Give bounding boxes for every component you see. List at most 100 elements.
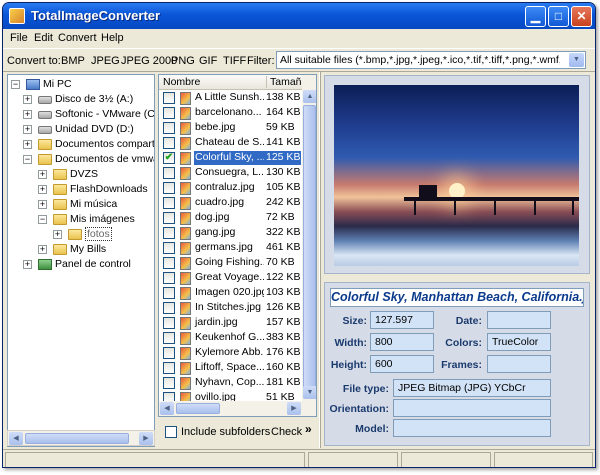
file-row[interactable]: dog.jpg 72 KB — [159, 211, 302, 226]
checkbox-checked[interactable]: ✔ — [163, 152, 175, 164]
expand-icon[interactable]: + — [38, 170, 47, 179]
expand-icon[interactable]: + — [23, 125, 32, 134]
image-file-icon — [180, 137, 191, 150]
file-row[interactable]: jardin.jpg 157 KB — [159, 316, 302, 331]
checkbox[interactable] — [163, 182, 175, 194]
checkbox[interactable] — [163, 122, 175, 134]
checkbox[interactable] — [163, 302, 175, 314]
expand-icon[interactable]: + — [23, 140, 32, 149]
file-row[interactable]: In Stitches.jpg 126 KB — [159, 301, 302, 316]
scroll-right-icon[interactable]: ▶ — [287, 402, 301, 415]
format-jpeg-button[interactable]: JPEG — [91, 55, 120, 67]
menu-convert[interactable]: Convert — [58, 32, 97, 44]
file-row[interactable]: ✔ Colorful Sky, ... 125 KB — [159, 151, 302, 166]
file-row[interactable]: Going Fishing... 70 KB — [159, 256, 302, 271]
expand-icon[interactable]: + — [53, 230, 62, 239]
format-tiff-button[interactable]: TIFF — [223, 55, 246, 67]
collapse-icon[interactable]: − — [11, 80, 20, 89]
file-row[interactable]: Nyhavn, Cop... 181 KB — [159, 376, 302, 391]
include-subfolders-checkbox[interactable] — [165, 426, 177, 438]
file-row[interactable]: Great Voyage... 122 KB — [159, 271, 302, 286]
menu-help[interactable]: Help — [101, 32, 124, 44]
pane-splitter[interactable] — [319, 72, 321, 448]
checkbox[interactable] — [163, 92, 175, 104]
checkbox[interactable] — [163, 257, 175, 269]
folder-tree[interactable]: − Mi PC + Disco de 3½ (A:) + Softonic - … — [7, 74, 155, 447]
checkbox[interactable] — [163, 212, 175, 224]
file-row[interactable]: Liftoff, Space... 160 KB — [159, 361, 302, 376]
checkbox[interactable] — [163, 287, 175, 299]
file-row[interactable]: Consuegra, L... 130 KB — [159, 166, 302, 181]
minimize-button[interactable]: ▁ — [525, 6, 546, 27]
collapse-icon[interactable]: − — [23, 155, 32, 164]
file-type-field[interactable]: JPEG Bitmap (JPG) YCbCr — [393, 379, 551, 397]
file-list-horizontal-scrollbar[interactable]: ◀ ▶ — [159, 401, 302, 416]
checkbox[interactable] — [163, 107, 175, 119]
checkbox[interactable] — [163, 167, 175, 179]
checkbox[interactable] — [163, 272, 175, 284]
size-field[interactable]: 127.597 — [370, 311, 434, 329]
title-bar[interactable]: TotalImageConverter ▁ □ ✕ — [3, 3, 595, 29]
checkbox[interactable] — [163, 362, 175, 374]
menu-edit[interactable]: Edit — [34, 32, 53, 44]
format-bmp-button[interactable]: BMP — [61, 55, 85, 67]
format-png-button[interactable]: PNG — [171, 55, 195, 67]
file-row[interactable]: Kylemore Abb... 176 KB — [159, 346, 302, 361]
checkbox[interactable] — [163, 377, 175, 389]
scroll-left-icon[interactable]: ◀ — [9, 432, 23, 445]
include-subfolders-label[interactable]: Include subfolders — [181, 426, 270, 438]
expand-icon[interactable]: + — [38, 185, 47, 194]
column-header-name[interactable]: Nombre — [163, 76, 200, 88]
collapse-icon[interactable]: − — [38, 215, 47, 224]
checkbox[interactable] — [163, 137, 175, 149]
scroll-right-icon[interactable]: ▶ — [139, 432, 153, 445]
file-row[interactable]: Imagen 020.jpg 103 KB — [159, 286, 302, 301]
file-row[interactable]: cuadro.jpg 242 KB — [159, 196, 302, 211]
scroll-up-icon[interactable]: ▲ — [303, 90, 316, 103]
expand-icon[interactable]: + — [38, 245, 47, 254]
scroll-thumb[interactable] — [303, 105, 316, 398]
colors-field[interactable]: TrueColor — [487, 333, 551, 351]
model-field[interactable] — [393, 419, 551, 437]
frames-field[interactable] — [487, 355, 551, 373]
filter-dropdown[interactable]: All suitable files (*.bmp,*.jpg,*.jpeg,*… — [276, 51, 586, 69]
expand-icon[interactable]: + — [23, 95, 32, 104]
scroll-thumb[interactable] — [25, 433, 129, 444]
check-button[interactable]: Check — [271, 426, 302, 438]
checkbox[interactable] — [163, 347, 175, 359]
scroll-down-icon[interactable]: ▼ — [303, 386, 316, 399]
file-row[interactable]: Chateau de S... 141 KB — [159, 136, 302, 151]
checkbox[interactable] — [163, 317, 175, 329]
file-row[interactable]: bebe.jpg 59 KB — [159, 121, 302, 136]
expand-icon[interactable]: + — [23, 110, 32, 119]
close-button[interactable]: ✕ — [571, 6, 592, 27]
scroll-left-icon[interactable]: ◀ — [160, 402, 174, 415]
menu-file[interactable]: File — [10, 32, 28, 44]
maximize-button[interactable]: □ — [548, 6, 569, 27]
file-row[interactable]: barcelonano... 164 KB — [159, 106, 302, 121]
date-field[interactable] — [487, 311, 551, 329]
expand-icon[interactable]: + — [23, 260, 32, 269]
checkbox[interactable] — [163, 197, 175, 209]
file-row[interactable]: germans.jpg 461 KB — [159, 241, 302, 256]
format-jpeg2000-button[interactable]: JPEG 2000 — [121, 55, 177, 67]
file-row[interactable]: Keukenhof G... 383 KB — [159, 331, 302, 346]
orientation-field[interactable] — [393, 399, 551, 417]
expand-icon[interactable]: + — [38, 200, 47, 209]
height-field[interactable]: 600 — [370, 355, 434, 373]
tree-horizontal-scrollbar[interactable]: ◀ ▶ — [7, 430, 155, 446]
checkbox[interactable] — [163, 332, 175, 344]
file-list[interactable]: Nombre Tamaño A Little Sunsh... 138 KB bar… — [158, 74, 317, 417]
format-gif-button[interactable]: GIF — [199, 55, 217, 67]
file-list-vertical-scrollbar[interactable]: ▲ ▼ — [302, 75, 316, 416]
file-row[interactable]: contraluz.jpg 105 KB — [159, 181, 302, 196]
more-options-button[interactable]: » — [305, 422, 312, 436]
checkbox[interactable] — [163, 227, 175, 239]
width-field[interactable]: 800 — [370, 333, 434, 351]
file-row[interactable]: A Little Sunsh... 138 KB — [159, 91, 302, 106]
folder-icon — [38, 139, 52, 150]
scroll-thumb[interactable] — [176, 403, 220, 414]
checkbox[interactable] — [163, 242, 175, 254]
file-row[interactable]: gang.jpg 322 KB — [159, 226, 302, 241]
chevron-down-icon[interactable]: ▼ — [569, 53, 584, 67]
